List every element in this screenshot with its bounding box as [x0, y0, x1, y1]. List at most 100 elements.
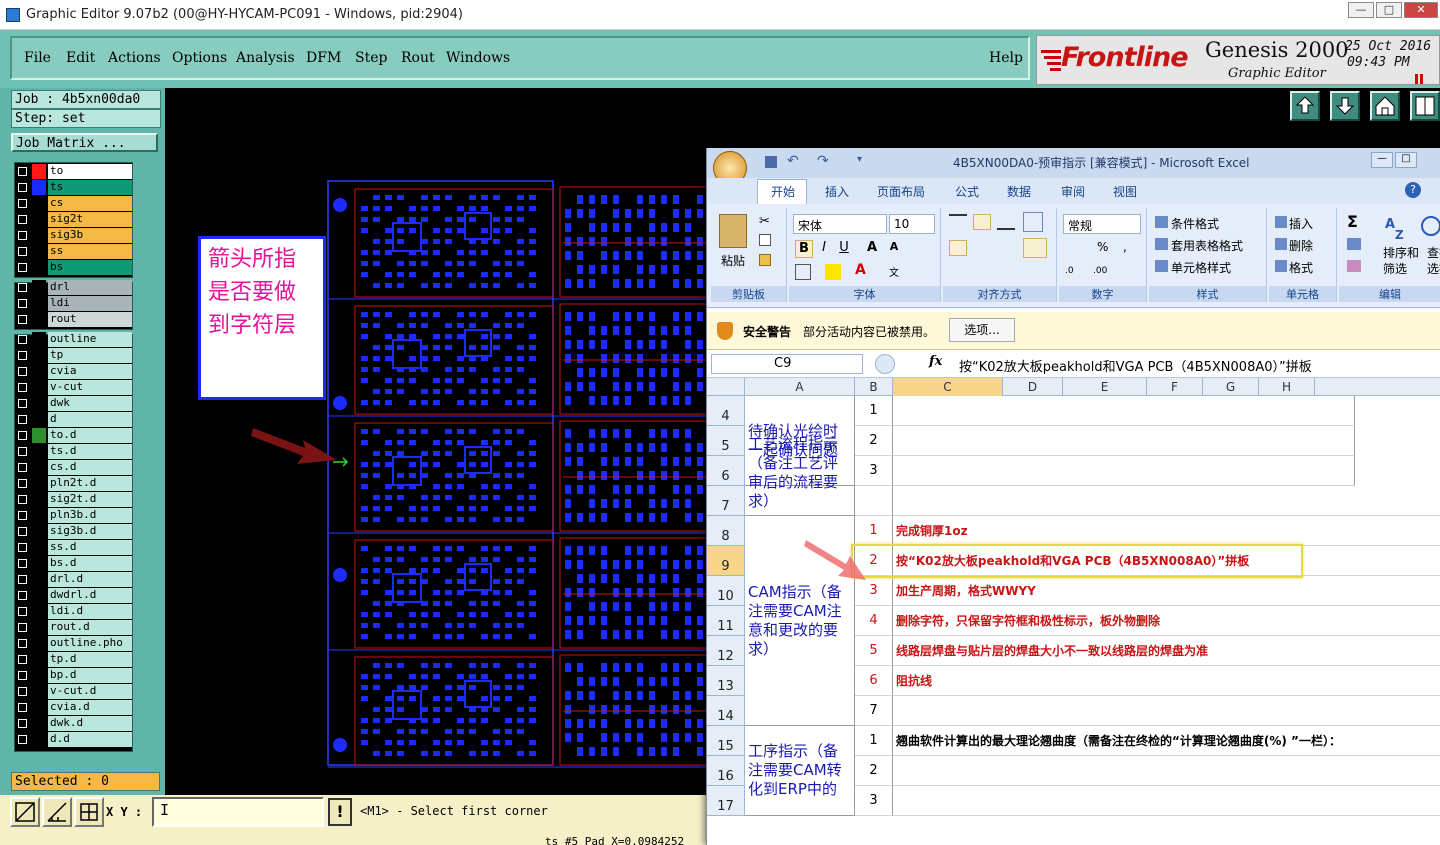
format-as-table-button[interactable]: 套用表格格式	[1171, 237, 1243, 254]
sheet-grid[interactable]: 4 1 5 2 6 3 7 8 1 完成铜厚1oz 9 2 按“K02放大板peakhold和VGA P…	[707, 396, 1440, 845]
cell-c[interactable]	[893, 396, 1355, 426]
cell-c[interactable]	[893, 456, 1355, 486]
graphic-canvas[interactable]: 箭头所指 是否要做 到字符层	[165, 88, 710, 795]
layer-row[interactable]: bs	[14, 260, 132, 275]
layer-checkbox[interactable]	[18, 479, 27, 488]
menu-edit[interactable]: Edit	[66, 50, 95, 66]
layer-name[interactable]: sig2t.d	[48, 492, 132, 507]
cell-b[interactable]	[855, 486, 893, 516]
layer-row[interactable]: d	[14, 412, 132, 427]
layer-color-swatch[interactable]	[32, 572, 46, 587]
excel-minimize-button[interactable]: —	[1371, 152, 1393, 168]
cell-c[interactable]	[893, 696, 1440, 726]
layer-color-swatch[interactable]	[32, 212, 46, 227]
layer-checkbox[interactable]	[18, 543, 27, 552]
layer-row[interactable]: cvia.d	[14, 700, 132, 715]
layer-name[interactable]: sig2t	[48, 212, 132, 227]
save-icon[interactable]	[765, 156, 777, 168]
cut-icon[interactable]: ✂	[759, 214, 770, 229]
cell-b[interactable]: 2	[855, 426, 893, 456]
measure-icon[interactable]	[42, 797, 72, 827]
format-cells-button[interactable]: 格式	[1289, 259, 1313, 276]
layer-color-swatch[interactable]	[32, 380, 46, 395]
layer-checkbox[interactable]	[18, 495, 27, 504]
layer-name[interactable]: bs	[48, 260, 132, 275]
row-header[interactable]: 16	[707, 756, 745, 786]
layer-row[interactable]: tp	[14, 348, 132, 363]
download-icon[interactable]	[1330, 91, 1360, 121]
name-box[interactable]: C9	[711, 354, 863, 374]
align-left-icon[interactable]	[949, 240, 967, 256]
close-button[interactable]: ✕	[1404, 2, 1438, 18]
layer-name[interactable]: dwk	[48, 396, 132, 411]
cell-b[interactable]: 2	[855, 756, 893, 786]
layer-name[interactable]: sig3b.d	[48, 524, 132, 539]
layer-checkbox[interactable]	[18, 431, 27, 440]
layer-checkbox[interactable]	[18, 671, 27, 680]
warning-button[interactable]: !	[328, 798, 352, 826]
layer-row[interactable]: dwk.d	[14, 716, 132, 731]
row-header[interactable]: 4	[707, 396, 745, 426]
upload-icon[interactable]	[1290, 91, 1320, 121]
cell-b[interactable]: 1	[855, 726, 893, 756]
maximize-button[interactable]: □	[1376, 2, 1402, 18]
layer-name[interactable]: rout	[48, 312, 132, 327]
selected-cell-highlight[interactable]	[851, 544, 1303, 578]
layer-row[interactable]: sig2t	[14, 212, 132, 227]
layer-row[interactable]: ts.d	[14, 444, 132, 459]
layer-name[interactable]: pln3b.d	[48, 508, 132, 523]
layer-checkbox[interactable]	[18, 591, 27, 600]
layer-row[interactable]: sig3b.d	[14, 524, 132, 539]
layer-row[interactable]: bs.d	[14, 556, 132, 571]
layer-row[interactable]: drl.d	[14, 572, 132, 587]
layer-row[interactable]: rout.d	[14, 620, 132, 635]
cell-b[interactable]: 3	[855, 456, 893, 486]
grow-font-icon[interactable]: A	[863, 240, 881, 258]
menu-windows[interactable]: Windows	[446, 50, 510, 66]
align-top-icon[interactable]	[949, 214, 967, 230]
insert-cells-button[interactable]: 插入	[1289, 215, 1313, 232]
sort-button-label[interactable]: 排序和	[1383, 244, 1419, 261]
row-header[interactable]: 13	[707, 666, 745, 696]
find-select-icon[interactable]	[1421, 216, 1440, 236]
row-header[interactable]: 5	[707, 426, 745, 456]
menu-dfm[interactable]: DFM	[306, 50, 341, 66]
layer-checkbox[interactable]	[18, 719, 27, 728]
layer-row[interactable]: dwdrl.d	[14, 588, 132, 603]
layer-row[interactable]: d.d	[14, 732, 132, 747]
layer-color-swatch[interactable]	[32, 228, 46, 243]
copy-icon[interactable]	[759, 234, 771, 246]
layer-name[interactable]: dwdrl.d	[48, 588, 132, 603]
menu-actions[interactable]: Actions	[108, 50, 161, 66]
phonetic-icon[interactable]: 文	[885, 264, 903, 280]
column-header-e[interactable]: E	[1063, 378, 1147, 396]
layer-row[interactable]: bp.d	[14, 668, 132, 683]
border-icon[interactable]	[795, 264, 811, 280]
column-header-c[interactable]: C	[893, 378, 1003, 396]
layer-name[interactable]: ts.d	[48, 444, 132, 459]
column-header-a[interactable]: A	[745, 378, 855, 396]
layer-checkbox[interactable]	[18, 511, 27, 520]
layer-color-swatch[interactable]	[32, 428, 46, 443]
layer-row[interactable]: cs	[14, 196, 132, 211]
tab-home[interactable]: 开始	[771, 183, 795, 200]
merge-center-icon[interactable]	[1023, 238, 1047, 258]
layer-color-swatch[interactable]	[32, 540, 46, 555]
filter-button-label[interactable]: 筛选	[1383, 260, 1407, 277]
layer-color-swatch[interactable]	[32, 556, 46, 571]
undo-icon[interactable]: ↶	[787, 153, 799, 169]
decrease-decimal-icon[interactable]: .00	[1093, 266, 1115, 280]
sort-filter-icon[interactable]: AZ	[1383, 212, 1411, 242]
layer-name[interactable]: pln2t.d	[48, 476, 132, 491]
paste-icon[interactable]	[719, 214, 747, 248]
cell-styles-button[interactable]: 单元格样式	[1171, 259, 1231, 276]
layer-row[interactable]: drl	[14, 280, 132, 295]
bold-button[interactable]: B	[795, 240, 813, 258]
layer-checkbox[interactable]	[18, 199, 27, 208]
layer-row[interactable]: sig2t.d	[14, 492, 132, 507]
layer-color-swatch[interactable]	[32, 620, 46, 635]
layer-checkbox[interactable]	[18, 463, 27, 472]
layer-checkbox[interactable]	[18, 367, 27, 376]
layer-name[interactable]: cvia	[48, 364, 132, 379]
layer-color-swatch[interactable]	[32, 460, 46, 475]
